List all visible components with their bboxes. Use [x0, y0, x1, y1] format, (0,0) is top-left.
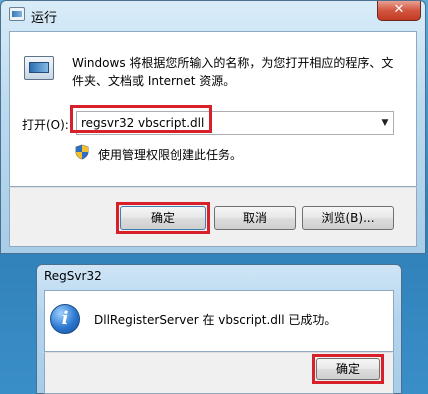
- browse-button[interactable]: 浏览(B)...: [302, 206, 394, 230]
- open-input-highlight: [70, 105, 212, 133]
- ok-button-highlight: [116, 202, 210, 234]
- cancel-button[interactable]: 取消: [214, 206, 296, 230]
- regsvr32-title: RegSvr32: [44, 269, 102, 283]
- chevron-down-icon[interactable]: ▼: [377, 112, 393, 134]
- admin-note: 使用管理权限创建此任务。: [98, 148, 243, 162]
- run-description: Windows 将根据您所输入的名称，为您打开相应的程序、文件夹、文档或 Int…: [72, 56, 394, 88]
- info-icon: i: [50, 304, 80, 334]
- open-label: 打开(O):: [22, 118, 69, 132]
- run-window-icon: [9, 7, 25, 21]
- regsvr32-ok-highlight: [312, 354, 384, 384]
- run-app-icon: [24, 56, 54, 80]
- run-titlebar[interactable]: 运行 ✕: [1, 1, 425, 29]
- run-title: 运行: [31, 11, 58, 26]
- close-icon: ✕: [393, 2, 405, 17]
- uac-shield-icon: [75, 144, 89, 160]
- regsvr32-message: DllRegisterServer 在 vbscript.dll 已成功。: [94, 313, 337, 327]
- close-button[interactable]: ✕: [377, 1, 421, 21]
